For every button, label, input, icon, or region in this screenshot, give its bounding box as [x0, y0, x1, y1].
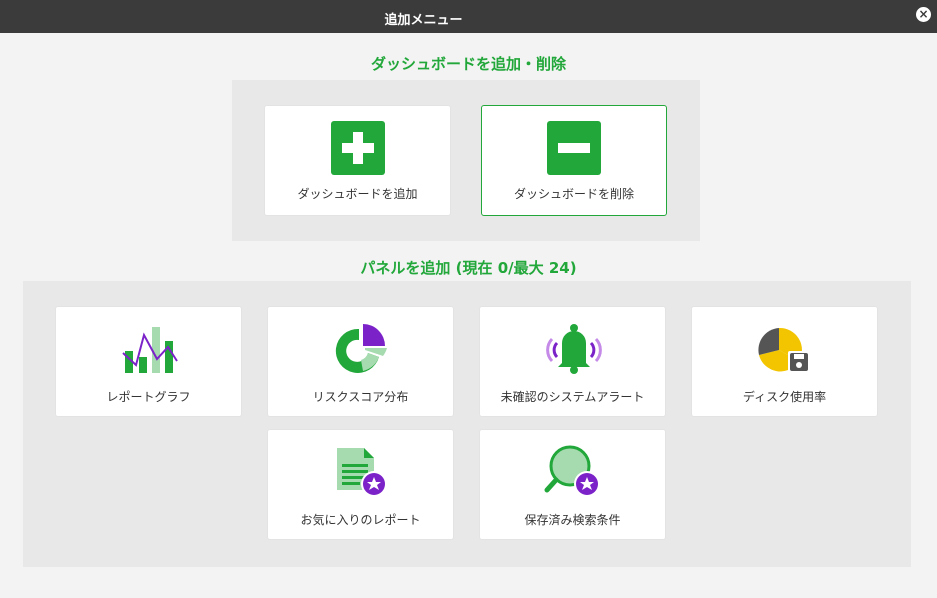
panel-disk-usage[interactable]: ディスク使用率	[691, 306, 878, 417]
report-graph-label: レポートグラフ	[106, 390, 191, 404]
favorite-reports-label: お気に入りのレポート	[300, 513, 421, 527]
favorite-report-icon	[337, 448, 387, 497]
title-bar: 追加メニュー ×	[0, 0, 937, 33]
bar-line-chart-icon	[122, 327, 178, 373]
panel-unconfirmed-system-alerts[interactable]: 未確認のシステムアラート	[479, 306, 666, 417]
delete-dashboard-label: ダッシュボードを削除	[513, 187, 634, 201]
bell-alert-icon	[546, 324, 602, 374]
delete-dashboard-button[interactable]: ダッシュボードを削除	[481, 105, 667, 216]
dashboard-section-title: ダッシュボードを追加・削除	[370, 55, 566, 73]
panel-risk-score-distribution[interactable]: リスクスコア分布	[267, 306, 454, 417]
plus-square-icon	[331, 121, 385, 175]
add-dashboard-label: ダッシュボードを追加	[297, 187, 418, 201]
risk-score-distribution-label: リスクスコア分布	[312, 390, 409, 404]
close-icon[interactable]: ×	[916, 7, 931, 22]
disk-usage-label: ディスク使用率	[742, 390, 827, 404]
disk-pie-icon	[758, 327, 810, 373]
unconfirmed-system-alerts-label: 未確認のシステムアラート	[500, 390, 645, 404]
add-dashboard-button[interactable]: ダッシュボードを追加	[264, 105, 451, 216]
saved-search-icon	[544, 445, 600, 497]
panel-section-title: パネルを追加 (現在 0/最大 24)	[360, 259, 577, 277]
panel-report-graph[interactable]: レポートグラフ	[55, 306, 242, 417]
panel-favorite-reports[interactable]: お気に入りのレポート	[267, 429, 454, 540]
window-title: 追加メニュー	[384, 13, 463, 28]
minus-square-icon	[547, 121, 601, 175]
panel-saved-search-conditions[interactable]: 保存済み検索条件	[479, 429, 666, 540]
saved-search-conditions-label: 保存済み検索条件	[524, 513, 621, 527]
donut-chart-icon	[335, 324, 387, 373]
